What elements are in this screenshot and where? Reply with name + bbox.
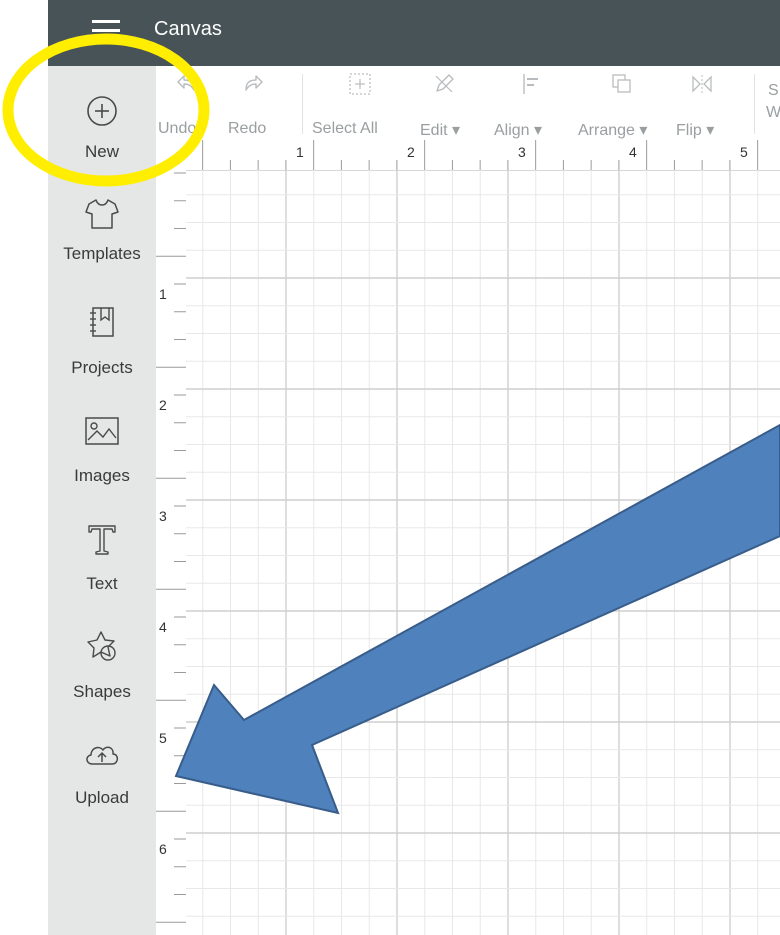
undo-label: Undo: [158, 120, 197, 137]
sidebar-item-label: Shapes: [73, 682, 131, 701]
top-bar: Canvas: [48, 0, 780, 66]
align-icon: [523, 74, 538, 94]
select-all-icon: [349, 73, 371, 95]
ruler-number: 3: [159, 508, 167, 524]
sidebar-item-label: Projects: [71, 358, 133, 377]
sidebar-item-projects[interactable]: Projects: [48, 292, 156, 382]
toolbar-divider: [754, 74, 755, 134]
sidebar-item-new[interactable]: New: [48, 80, 156, 168]
cloud-upload-icon: [86, 746, 119, 765]
left-sidebar: New Templates Projects Images Text Shape…: [48, 66, 156, 935]
size-label-s: S: [768, 82, 779, 99]
tshirt-icon: [85, 199, 119, 229]
vertical-ruler: 1 2 3 4 5 6: [156, 170, 186, 935]
select-all-label: Select All: [312, 120, 378, 137]
toolbar: Undo Redo Select All Edit ▾ Align ▾ Arra…: [156, 66, 780, 140]
ruler-number: 2: [407, 144, 415, 160]
size-label-w: W: [766, 104, 780, 121]
ruler-number: 4: [629, 144, 637, 160]
arrange-label: Arrange ▾: [578, 122, 648, 139]
flip-label: Flip ▾: [676, 122, 715, 139]
arrange-icon: [612, 74, 631, 93]
notebook-icon: [90, 307, 114, 337]
app-title: Canvas: [154, 18, 222, 40]
ruler-number: 4: [159, 619, 167, 635]
image-icon: [85, 417, 119, 445]
design-space-app: Canvas New Templates Projects Images Tex…: [48, 0, 780, 935]
redo-icon: [245, 75, 263, 91]
vertical-ruler-ticks: [156, 172, 186, 923]
redo-label: Redo: [228, 120, 267, 137]
flip-icon: [692, 75, 712, 93]
design-canvas-grid[interactable]: [186, 170, 780, 935]
ruler-number: 6: [159, 841, 167, 857]
sidebar-item-label: Upload: [75, 788, 129, 807]
shapes-icon: [87, 631, 116, 661]
align-label: Align ▾: [494, 122, 543, 139]
horizontal-ruler-ticks: [202, 140, 759, 170]
sidebar-item-images[interactable]: Images: [48, 400, 156, 492]
sidebar-item-label: New: [84, 142, 119, 161]
text-t-icon: [88, 525, 116, 555]
horizontal-ruler: 1 2 3 4 5: [156, 140, 780, 171]
sidebar-item-upload[interactable]: Upload: [48, 728, 156, 818]
sidebar-item-text[interactable]: Text: [48, 510, 156, 602]
ruler-number: 2: [159, 397, 167, 413]
ruler-number: 3: [518, 144, 526, 160]
sidebar-item-label: Images: [74, 466, 130, 485]
undo-icon: [177, 75, 195, 91]
plus-circle-icon: [87, 96, 117, 126]
sidebar-item-label: Text: [86, 574, 118, 593]
ruler-number: 1: [296, 144, 304, 160]
sidebar-item-label: Templates: [63, 244, 141, 263]
ruler-number: 5: [740, 144, 748, 160]
ruler-number: 1: [159, 286, 167, 302]
hamburger-menu-icon[interactable]: [92, 20, 120, 41]
ruler-number: 5: [159, 730, 167, 746]
edit-icon: [435, 74, 454, 93]
sidebar-item-templates[interactable]: Templates: [48, 184, 156, 276]
sidebar-item-shapes[interactable]: Shapes: [48, 618, 156, 710]
edit-label: Edit ▾: [420, 122, 461, 139]
toolbar-divider: [302, 74, 303, 134]
